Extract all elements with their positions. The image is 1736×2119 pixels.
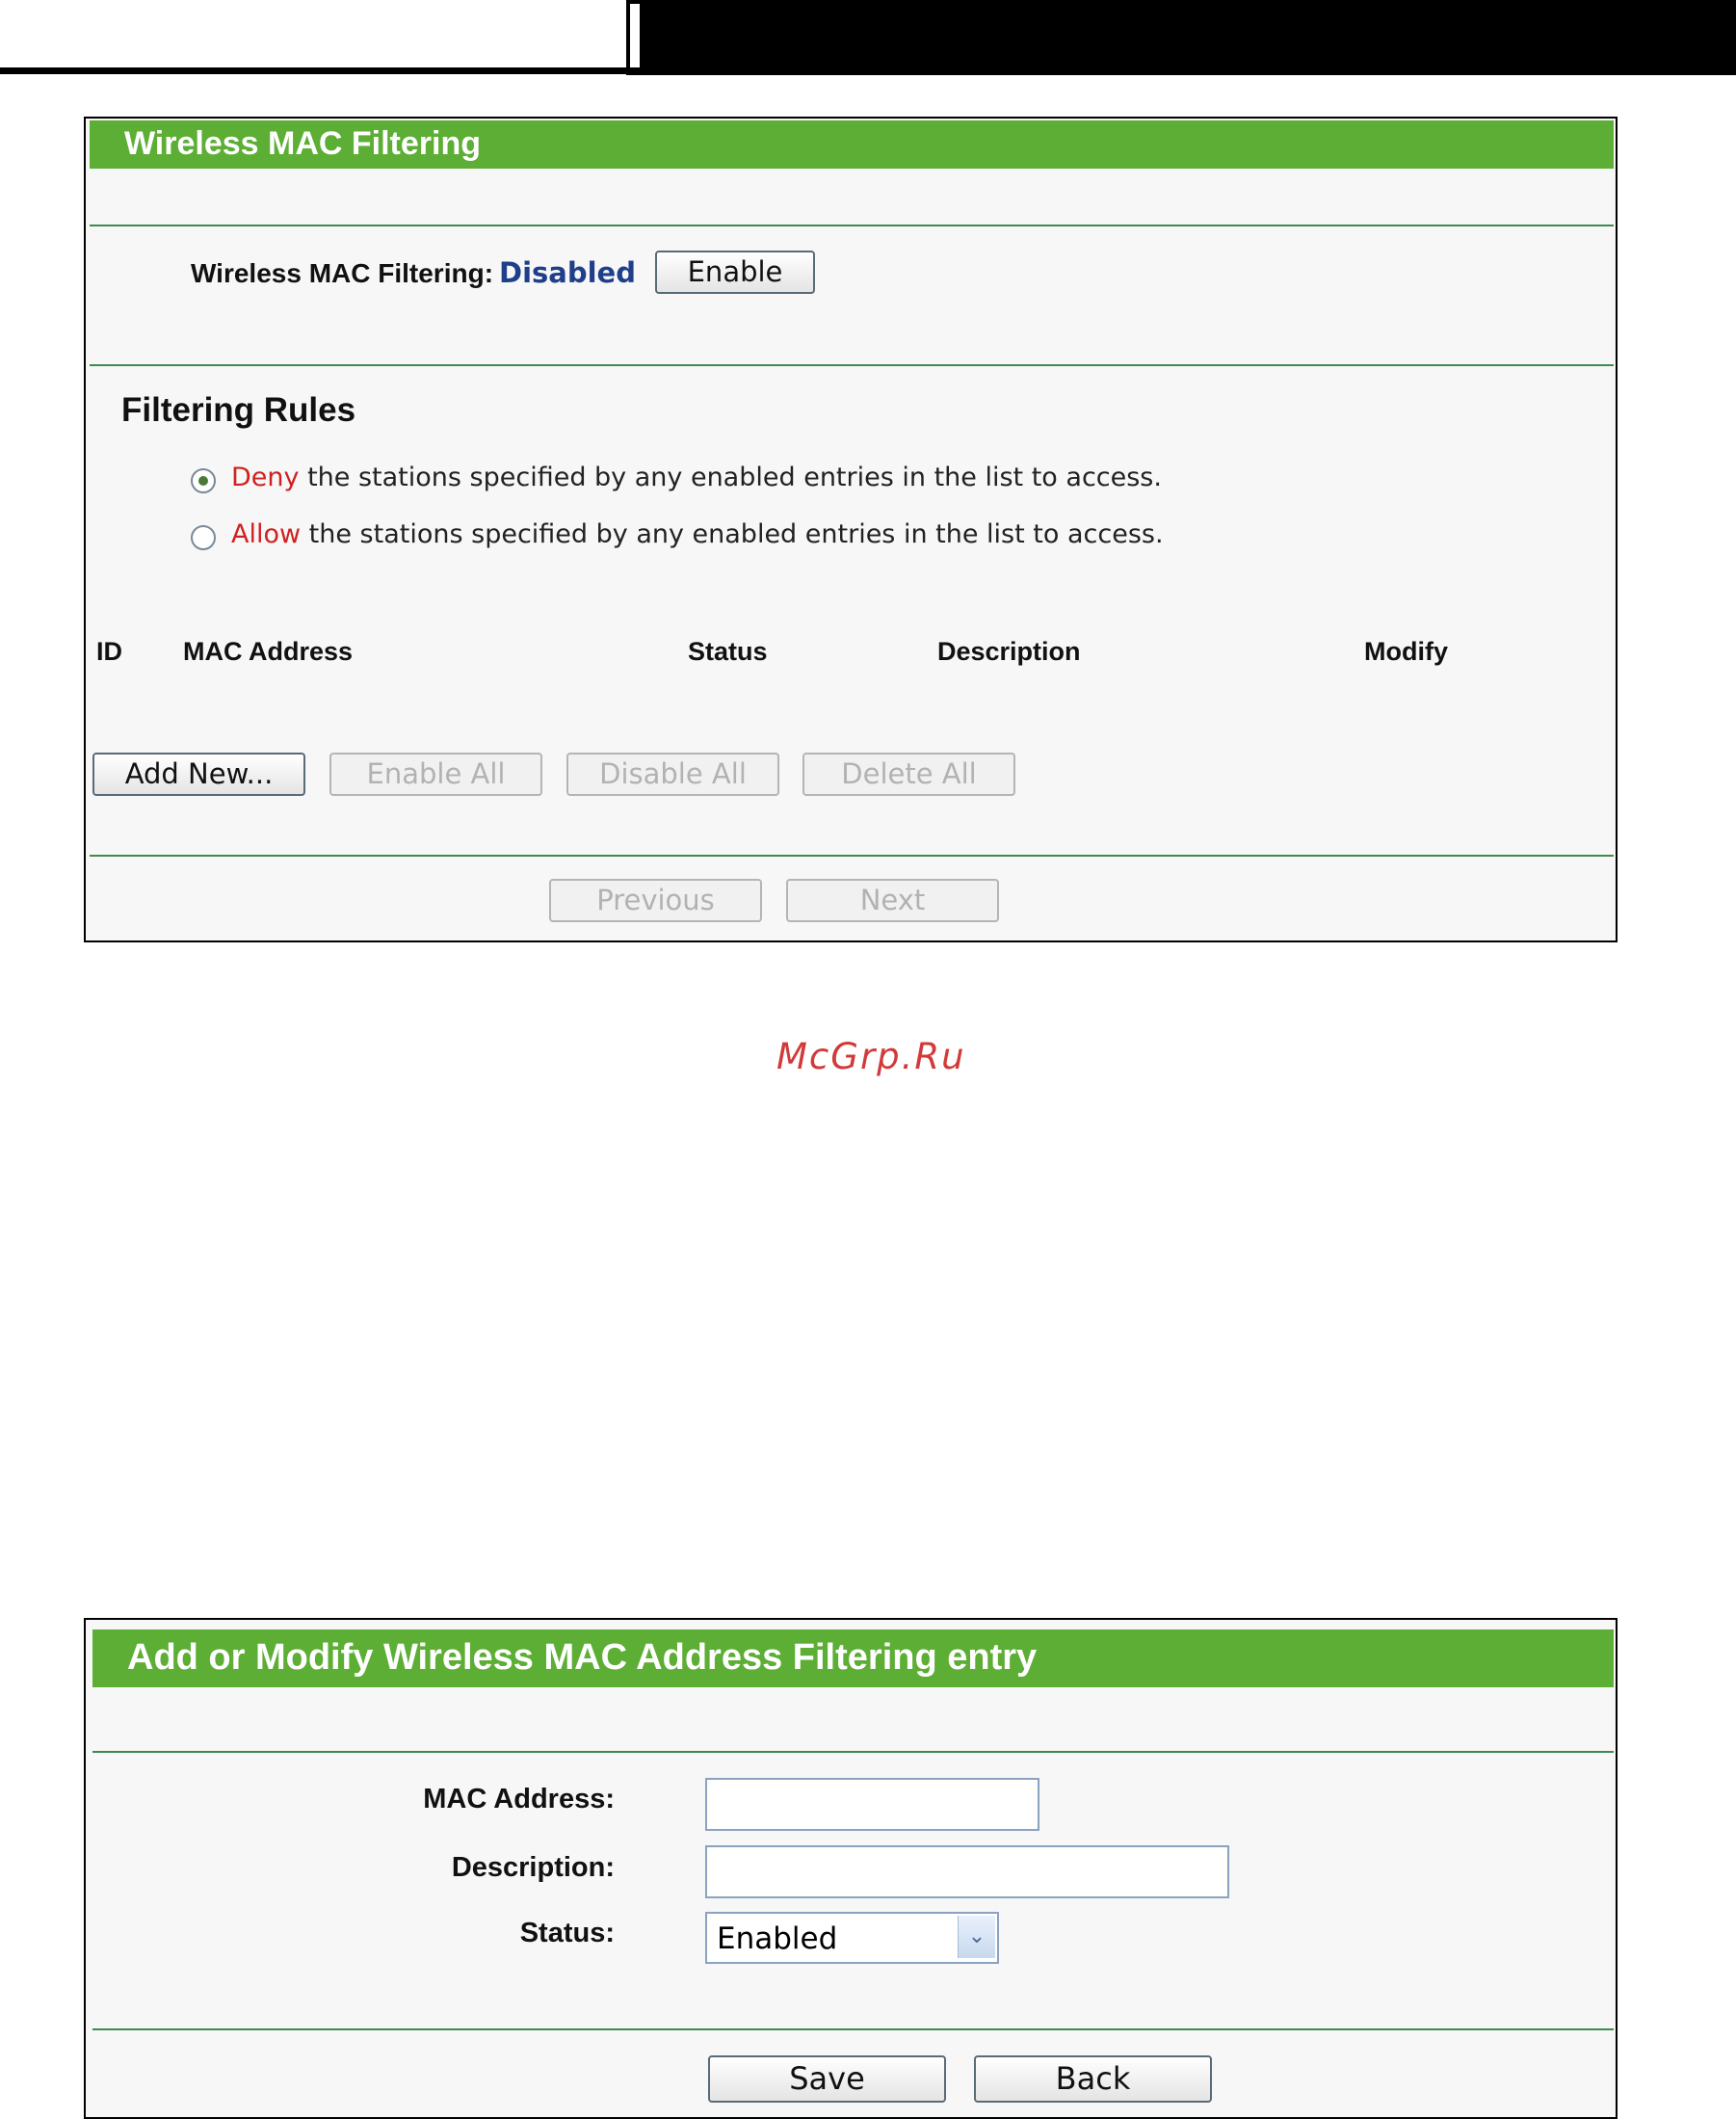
disable-all-label: Disable All — [599, 757, 747, 790]
divider — [90, 364, 1614, 366]
next-label: Next — [859, 884, 926, 916]
col-header-description: Description — [937, 637, 1081, 666]
divider — [92, 1751, 1614, 1753]
status-select[interactable]: Enabled ⌄ — [705, 1912, 999, 1964]
description-input[interactable] — [705, 1845, 1229, 1898]
enable-all-button[interactable]: Enable All — [329, 753, 542, 796]
divider — [92, 2028, 1614, 2030]
col-header-status: Status — [688, 637, 768, 666]
top-rule — [0, 67, 628, 74]
top-black-bar — [626, 0, 1736, 75]
add-new-button[interactable]: Add New... — [92, 753, 305, 796]
mac-filtering-panel: Wireless MAC Filtering Wireless MAC Filt… — [84, 117, 1618, 942]
divider — [90, 225, 1614, 226]
allow-keyword: Allow — [231, 519, 302, 549]
entry-panel: Add or Modify Wireless MAC Address Filte… — [84, 1618, 1618, 2119]
top-bar-notch — [628, 2, 642, 69]
enable-button-label: Enable — [687, 255, 783, 288]
back-label: Back — [1055, 2060, 1131, 2097]
enable-all-label: Enable All — [366, 757, 506, 790]
status-label: Status: — [519, 1918, 615, 1948]
entry-title: Add or Modify Wireless MAC Address Filte… — [127, 1637, 1038, 1678]
save-button[interactable]: Save — [708, 2055, 946, 2103]
back-button[interactable]: Back — [974, 2055, 1212, 2103]
previous-label: Previous — [596, 884, 715, 916]
next-button[interactable]: Next — [786, 879, 999, 922]
add-new-label: Add New... — [124, 757, 274, 790]
disable-all-button[interactable]: Disable All — [566, 753, 779, 796]
col-header-modify: Modify — [1364, 637, 1448, 666]
col-header-mac-address: MAC Address — [183, 637, 354, 666]
panel-title-bar: Wireless MAC Filtering — [90, 120, 1614, 169]
filter-status-value: Disabled — [499, 256, 636, 289]
allow-rule: Allow the stations specified by any enab… — [231, 519, 1164, 549]
col-header-id: ID — [96, 637, 122, 666]
deny-radio[interactable] — [191, 468, 216, 493]
chevron-down-icon: ⌄ — [958, 1916, 995, 1958]
save-label: Save — [789, 2060, 865, 2097]
delete-all-label: Delete All — [841, 757, 977, 790]
description-label: Description: — [451, 1852, 615, 1883]
status-select-value: Enabled — [717, 1921, 838, 1956]
entry-title-bar: Add or Modify Wireless MAC Address Filte… — [92, 1629, 1614, 1687]
deny-rule: Deny the stations specified by any enabl… — [231, 463, 1162, 492]
watermark-text: McGrp.Ru — [776, 1036, 966, 1077]
allow-rule-text: the stations specified by any enabled en… — [301, 519, 1164, 549]
deny-keyword: Deny — [231, 463, 300, 492]
deny-rule-text: the stations specified by any enabled en… — [299, 463, 1162, 492]
mac-address-label: MAC Address: — [423, 1784, 615, 1814]
previous-button[interactable]: Previous — [549, 879, 762, 922]
filter-status-label: Wireless MAC Filtering: — [191, 258, 494, 288]
mac-address-input[interactable] — [705, 1778, 1039, 1831]
enable-button[interactable]: Enable — [655, 251, 815, 294]
divider — [90, 855, 1614, 857]
allow-radio[interactable] — [191, 525, 216, 550]
delete-all-button[interactable]: Delete All — [802, 753, 1015, 796]
filtering-rules-heading: Filtering Rules — [121, 391, 356, 429]
panel-title: Wireless MAC Filtering — [124, 125, 481, 162]
